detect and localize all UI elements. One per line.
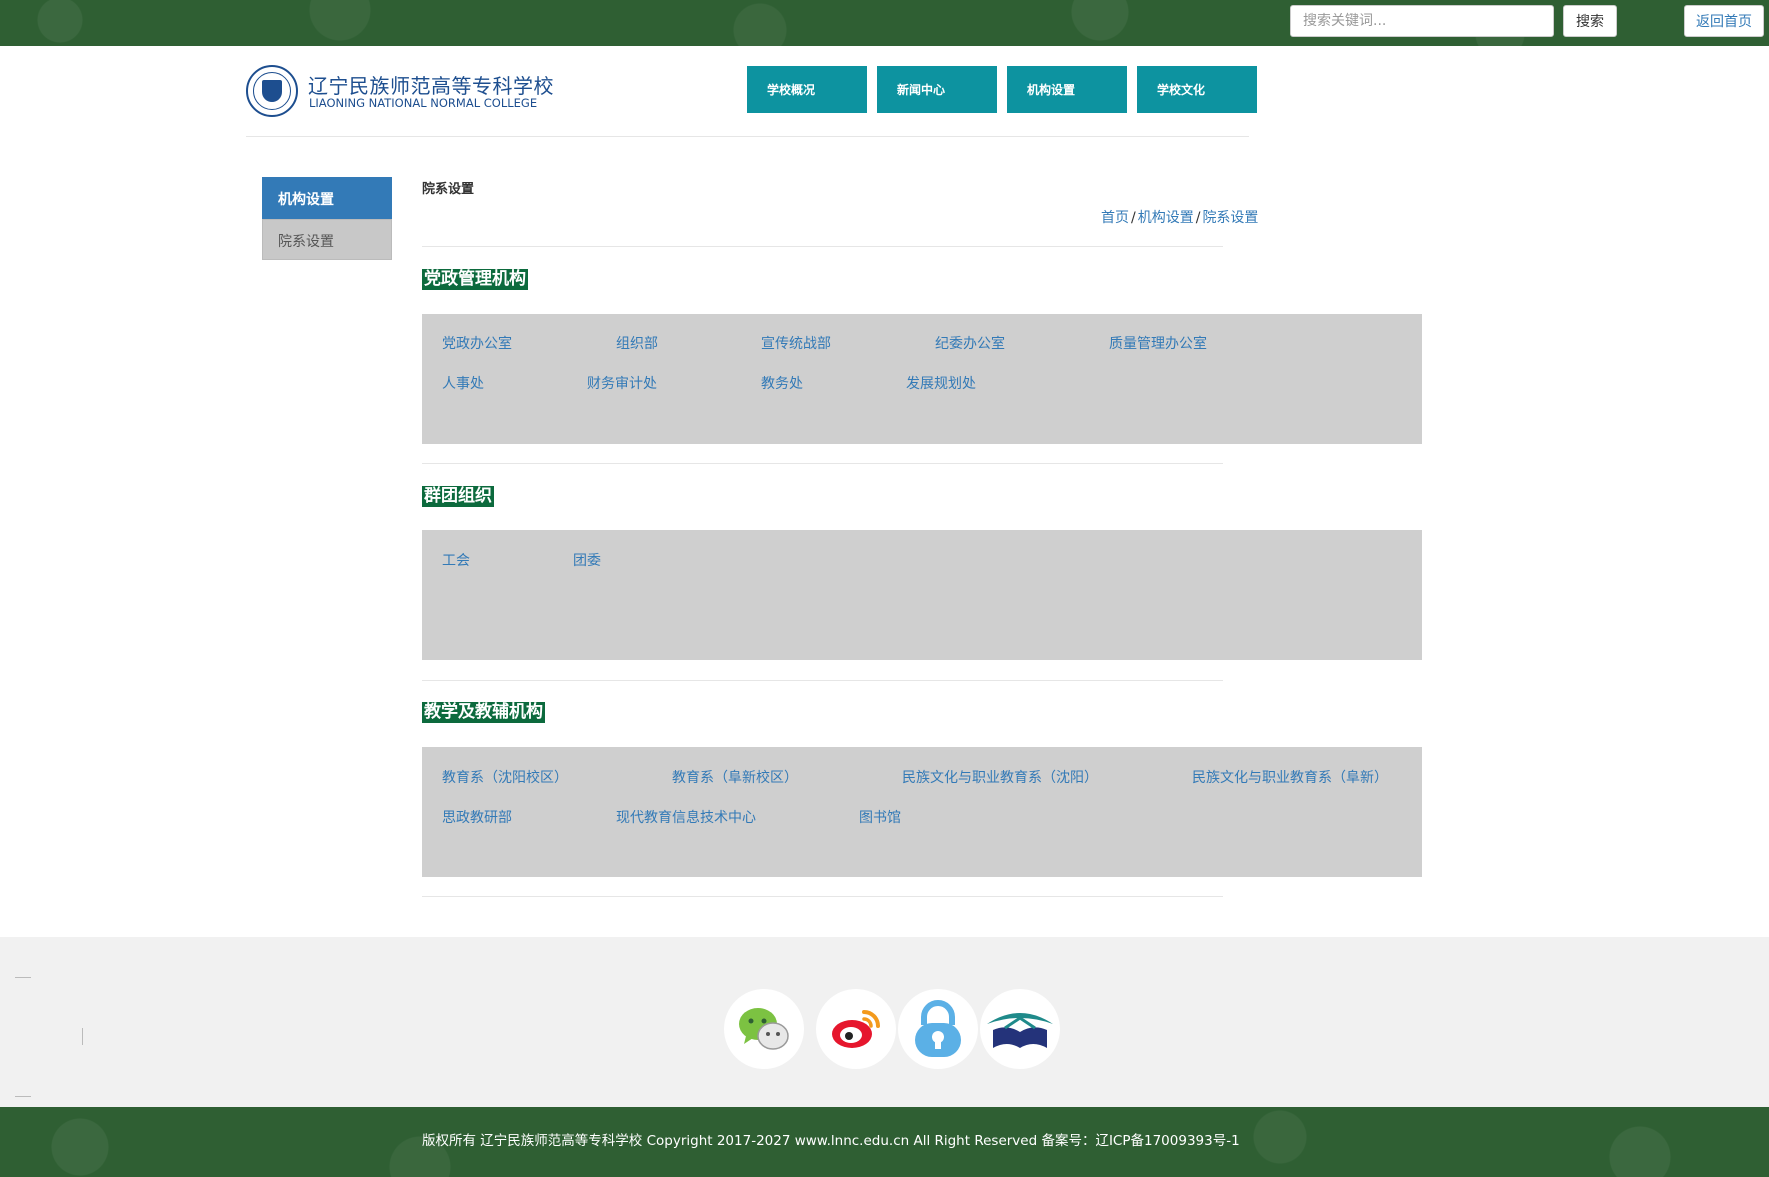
nav-item-overview[interactable]: 学校概况	[747, 66, 867, 113]
emblem-icon	[246, 65, 298, 117]
divider	[422, 680, 1223, 681]
dept-link[interactable]: 教育系（沈阳校区）	[442, 767, 568, 787]
divider	[422, 246, 1223, 247]
book-icon[interactable]	[980, 989, 1060, 1069]
dept-link[interactable]: 教务处	[761, 373, 803, 393]
college-logo[interactable]: 辽宁民族师范高等专科学校 LIAONING NATIONAL NORMAL CO…	[246, 64, 554, 118]
dept-link[interactable]: 财务审计处	[587, 373, 657, 393]
dept-link[interactable]: 宣传统战部	[761, 333, 831, 353]
copyright-text: 版权所有 辽宁民族师范高等专科学校 Copyright 2017-2027 ww…	[422, 1133, 1240, 1149]
header-divider	[246, 136, 1249, 137]
breadcrumb: 首页 / 机构设置 / 院系设置	[1101, 210, 1259, 226]
section-box-party-admin: 党政办公室 组织部 宣传统战部 纪委办公室 质量管理办公室 人事处 财务审计处 …	[422, 314, 1422, 444]
nav-item-culture[interactable]: 学校文化	[1137, 66, 1257, 113]
section-title-teaching: 教学及教辅机构	[422, 702, 545, 723]
breadcrumb-home[interactable]: 首页	[1101, 210, 1129, 226]
logo-chinese-name: 辽宁民族师范高等专科学校	[308, 74, 554, 98]
dept-link[interactable]: 纪委办公室	[935, 333, 1005, 353]
divider	[422, 896, 1223, 897]
dept-link[interactable]: 质量管理办公室	[1109, 333, 1207, 353]
dept-link[interactable]: 发展规划处	[906, 373, 976, 393]
dept-link[interactable]: 组织部	[616, 333, 658, 353]
footer-mark	[15, 977, 31, 978]
breadcrumb-organization[interactable]: 机构设置	[1138, 210, 1194, 226]
logo-english-name: LIAONING NATIONAL NORMAL COLLEGE	[309, 96, 538, 110]
search-button[interactable]: 搜索	[1563, 5, 1617, 37]
section-box-mass-orgs: 工会 团委	[422, 530, 1422, 660]
lock-icon[interactable]	[898, 989, 978, 1069]
footer-mark	[82, 1028, 83, 1045]
dept-link[interactable]: 教育系（阜新校区）	[672, 767, 798, 787]
dept-link[interactable]: 思政教研部	[442, 807, 512, 827]
return-home-button[interactable]: 返回首页	[1684, 5, 1764, 37]
dept-link[interactable]: 党政办公室	[442, 333, 512, 353]
section-box-teaching: 教育系（沈阳校区） 教育系（阜新校区） 民族文化与职业教育系（沈阳） 民族文化与…	[422, 747, 1422, 877]
sidebar-heading[interactable]: 机构设置	[262, 177, 392, 219]
dept-link[interactable]: 人事处	[442, 373, 484, 393]
divider	[422, 463, 1223, 464]
footer-mark	[15, 1096, 31, 1097]
breadcrumb-current[interactable]: 院系设置	[1202, 210, 1258, 226]
nav-item-news[interactable]: 新闻中心	[877, 66, 997, 113]
search-input[interactable]	[1290, 5, 1554, 37]
weibo-icon[interactable]	[816, 989, 896, 1069]
section-title-party-admin: 党政管理机构	[422, 269, 528, 290]
dept-link[interactable]: 图书馆	[859, 807, 901, 827]
dept-link[interactable]: 民族文化与职业教育系（阜新）	[1192, 767, 1388, 787]
dept-link[interactable]: 现代教育信息技术中心	[616, 807, 756, 827]
dept-link[interactable]: 民族文化与职业教育系（沈阳）	[902, 767, 1098, 787]
page-title: 院系设置	[422, 182, 475, 197]
section-title-mass-orgs: 群团组织	[422, 486, 494, 507]
main-nav: 学校概况 新闻中心 机构设置 学校文化	[747, 66, 1267, 113]
wechat-icon[interactable]	[724, 989, 804, 1069]
sidebar-item-departments[interactable]: 院系设置	[262, 219, 392, 260]
dept-link[interactable]: 团委	[573, 550, 601, 570]
dept-link[interactable]: 工会	[442, 550, 470, 570]
nav-item-organization[interactable]: 机构设置	[1007, 66, 1127, 113]
